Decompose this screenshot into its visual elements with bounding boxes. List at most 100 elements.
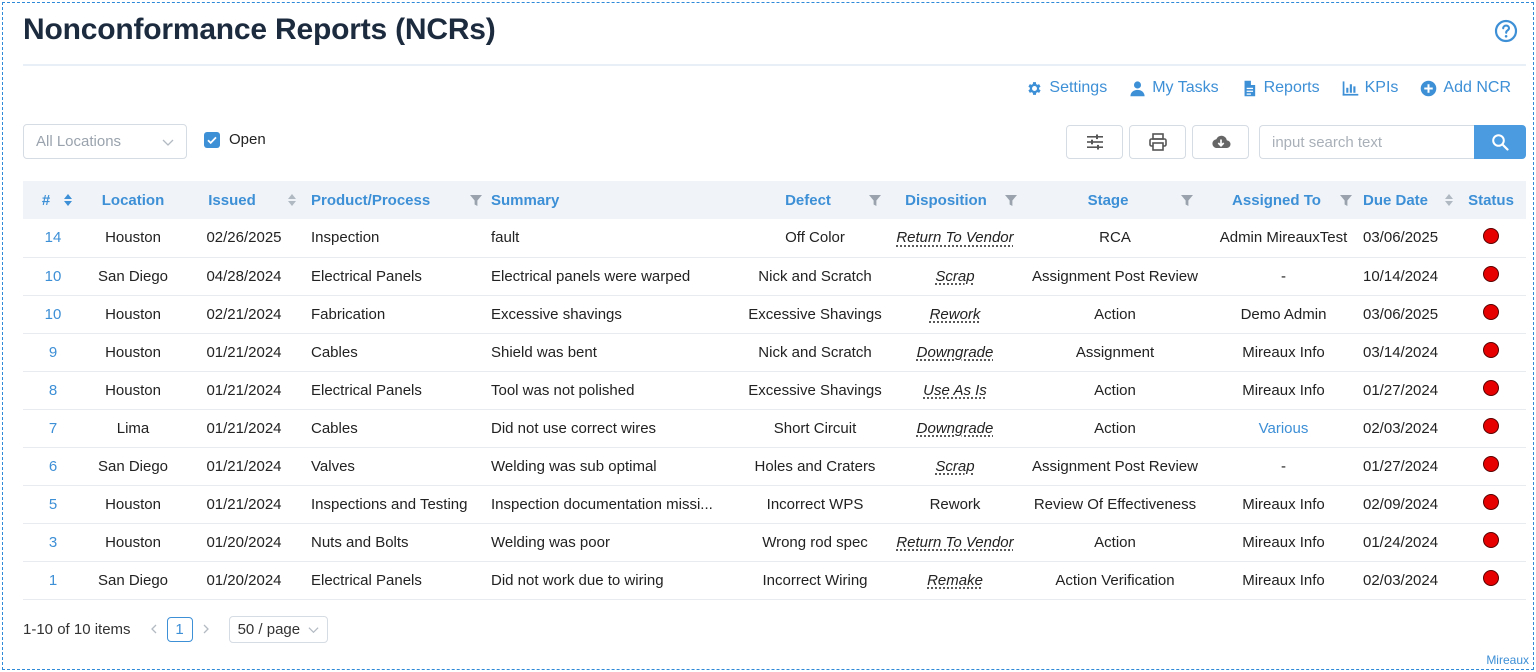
kpis-link[interactable]: KPIs	[1342, 79, 1398, 97]
table-row[interactable]: 3 Houston 01/20/2024 Nuts and Bolts Welding …	[23, 523, 1526, 562]
filter-icon[interactable]	[1004, 192, 1018, 208]
sort-icon[interactable]	[285, 192, 299, 208]
disposition-link[interactable]: Rework	[930, 306, 981, 323]
table-row[interactable]: 6 San Diego 01/21/2024 Valves Welding was su…	[23, 447, 1526, 486]
disposition-link[interactable]: Downgrade	[917, 344, 994, 361]
disposition-link[interactable]: Downgrade	[917, 420, 994, 437]
cell-issued: 01/21/2024	[183, 333, 305, 372]
table-row[interactable]: 10 San Diego 04/28/2024 Electrical Panels El…	[23, 257, 1526, 296]
column-header-assigned-to[interactable]: Assigned To	[1210, 181, 1357, 219]
column-header-due-date[interactable]: Due Date	[1357, 181, 1456, 219]
settings-link[interactable]: Settings	[1026, 79, 1107, 97]
ncr-number-link[interactable]: 5	[23, 485, 83, 524]
ncr-number-link[interactable]: 9	[23, 333, 83, 372]
cell-disposition: Scrap	[890, 447, 1020, 486]
cell-due-date: 01/27/2024	[1357, 447, 1456, 486]
cell-location: Houston	[83, 485, 183, 524]
sort-icon[interactable]	[61, 192, 75, 208]
disposition-link[interactable]: Return To Vendor	[896, 229, 1013, 246]
table-row[interactable]: 9 Houston 01/21/2024 Cables Shield was bent N…	[23, 333, 1526, 372]
open-filter-label: Open	[229, 131, 266, 148]
column-header-summary[interactable]: Summary	[485, 181, 740, 219]
ncr-number-link[interactable]: 10	[23, 257, 83, 296]
column-header-location[interactable]: Location	[83, 181, 183, 219]
chevron-right-icon	[203, 624, 209, 634]
cell-issued: 04/28/2024	[183, 257, 305, 296]
ncr-number-link[interactable]: 14	[23, 219, 83, 258]
location-select-value: All Locations	[36, 133, 122, 150]
table-row[interactable]: 7 Lima 01/21/2024 Cables Did not use correct…	[23, 409, 1526, 448]
checkbox-checked[interactable]	[204, 131, 220, 148]
assigned-to-text: Mireaux Info	[1242, 381, 1325, 399]
column-header-number[interactable]: #	[23, 181, 83, 219]
search-input[interactable]	[1259, 125, 1475, 159]
disposition-link[interactable]: Return To Vendor	[896, 534, 1013, 551]
disposition-link[interactable]: Scrap	[935, 268, 974, 285]
column-header-stage[interactable]: Stage	[1020, 181, 1210, 219]
assigned-to-text: Demo Admin	[1240, 305, 1327, 323]
table-row[interactable]: 10 Houston 02/21/2024 Fabrication Excessive …	[23, 295, 1526, 334]
cell-stage: RCA	[1020, 219, 1210, 258]
cell-product-process: Valves	[305, 447, 485, 486]
filter-icon[interactable]	[469, 192, 483, 208]
page-number-button[interactable]: 1	[166, 616, 193, 642]
table-body: 14 Houston 02/26/2025 Inspection fault Off Co…	[23, 219, 1526, 600]
page-title: Nonconformance Reports (NCRs)	[23, 13, 496, 46]
column-header-disposition[interactable]: Disposition	[890, 181, 1020, 219]
prev-page-button[interactable]	[145, 619, 163, 639]
assigned-various-link[interactable]: Various	[1259, 420, 1309, 437]
table-row[interactable]: 14 Houston 02/26/2025 Inspection fault Off Co…	[23, 219, 1526, 258]
print-button[interactable]	[1129, 125, 1186, 159]
ncr-number-link[interactable]: 10	[23, 295, 83, 334]
cell-stage: Assignment Post Review	[1020, 257, 1210, 296]
cell-product-process: Electrical Panels	[305, 371, 485, 410]
location-select[interactable]: All Locations	[23, 124, 187, 159]
cell-defect: Off Color	[740, 219, 890, 258]
disposition-link[interactable]: Scrap	[935, 458, 974, 475]
assigned-to-text: Mireaux Info	[1242, 571, 1325, 589]
disposition-link[interactable]: Use As Is	[923, 382, 987, 399]
cell-status	[1456, 219, 1526, 258]
status-indicator-icon	[1483, 266, 1499, 282]
status-indicator-icon	[1483, 494, 1499, 510]
column-header-product-process[interactable]: Product/Process	[305, 181, 485, 219]
page-size-select[interactable]: 50 / page	[228, 615, 329, 643]
ncr-number-link[interactable]: 3	[23, 523, 83, 562]
disposition-link[interactable]: Remake	[927, 572, 983, 589]
cell-disposition: Rework	[890, 485, 1020, 524]
cell-disposition: Downgrade	[890, 333, 1020, 372]
sort-icon[interactable]	[1442, 192, 1456, 208]
column-header-defect[interactable]: Defect	[740, 181, 890, 219]
assigned-to-text: Admin MireauxTest	[1219, 229, 1348, 247]
table-row[interactable]: 8 Houston 01/21/2024 Electrical Panels Tool …	[23, 371, 1526, 410]
help-icon[interactable]	[1494, 19, 1518, 43]
reports-link[interactable]: Reports	[1241, 79, 1320, 97]
ncr-number-link[interactable]: 8	[23, 371, 83, 410]
table-row[interactable]: 5 Houston 01/21/2024 Inspections and Testin…	[23, 485, 1526, 524]
cell-issued: 01/20/2024	[183, 561, 305, 600]
filter-icon[interactable]	[1180, 192, 1194, 208]
download-button[interactable]	[1192, 125, 1249, 159]
cell-summary: Excessive shavings	[485, 295, 740, 334]
ncr-number-link[interactable]: 7	[23, 409, 83, 448]
cloud-download-icon	[1211, 135, 1231, 149]
next-page-button[interactable]	[197, 619, 215, 639]
cell-issued: 01/20/2024	[183, 523, 305, 562]
column-header-status[interactable]: Status	[1456, 181, 1526, 219]
ncr-number-link[interactable]: 6	[23, 447, 83, 486]
ncr-number-link[interactable]: 1	[23, 561, 83, 600]
cell-summary: Did not use correct wires	[485, 409, 740, 448]
cell-assigned-to: Demo Admin	[1210, 295, 1357, 334]
search-button[interactable]	[1474, 125, 1526, 159]
cell-issued: 02/26/2025	[183, 219, 305, 258]
cell-due-date: 02/03/2024	[1357, 561, 1456, 600]
column-header-issued[interactable]: Issued	[183, 181, 305, 219]
cell-issued: 01/21/2024	[183, 409, 305, 448]
table-row[interactable]: 1 San Diego 01/20/2024 Electrical Panels Did…	[23, 561, 1526, 600]
my-tasks-link[interactable]: My Tasks	[1129, 79, 1219, 97]
filter-icon[interactable]	[868, 192, 882, 208]
filter-icon[interactable]	[1339, 192, 1353, 208]
open-filter-checkbox[interactable]: Open	[204, 131, 266, 148]
add-ncr-link[interactable]: Add NCR	[1420, 79, 1511, 97]
column-settings-button[interactable]	[1066, 125, 1123, 159]
